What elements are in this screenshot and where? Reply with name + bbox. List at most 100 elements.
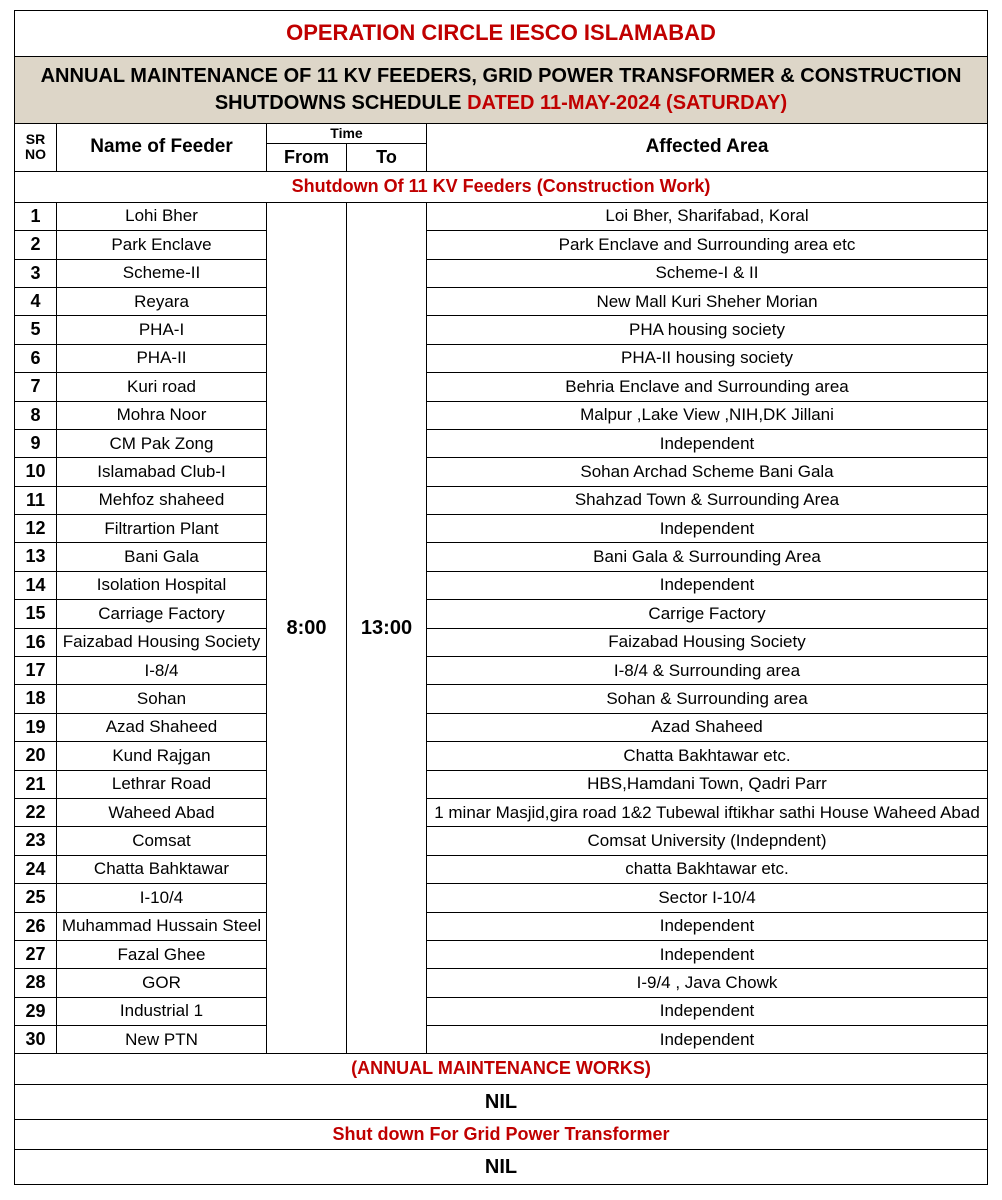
table-row: 30New PTNIndependent [15,1026,988,1054]
area-cell: HBS,Hamdani Town, Qadri Parr [427,770,988,798]
schedule-table: OPERATION CIRCLE IESCO ISLAMABAD ANNUAL … [14,10,988,1185]
table-row: 1Lohi Bher8:0013:00Loi Bher, Sharifabad,… [15,202,988,230]
feeder-cell: Filtrartion Plant [57,515,267,543]
header-from: From [267,143,347,171]
section-annual-label: (ANNUAL MAINTENANCE WORKS) [15,1054,988,1084]
table-row: 7Kuri road Behria Enclave and Surrounding… [15,373,988,401]
feeder-cell: Reyara [57,287,267,315]
table-row: 12Filtrartion PlantIndependent [15,515,988,543]
sr-cell: 1 [15,202,57,230]
subtitle-row: ANNUAL MAINTENANCE OF 11 KV FEEDERS, GRI… [15,56,988,123]
feeder-cell: Comsat [57,827,267,855]
sr-cell: 8 [15,401,57,429]
feeder-cell: Kund Rajgan [57,742,267,770]
title-row: OPERATION CIRCLE IESCO ISLAMABAD [15,11,988,57]
area-cell: Park Enclave and Surrounding area etc [427,231,988,259]
header-feeder: Name of Feeder [57,123,267,172]
time-to-cell: 13:00 [347,202,427,1054]
feeder-cell: Isolation Hospital [57,571,267,599]
area-cell: Sohan Archad Scheme Bani Gala [427,458,988,486]
table-row: 6PHA-II PHA-II housing society [15,344,988,372]
subtitle-date: DATED 11-MAY-2024 (SATURDAY) [467,92,787,114]
feeder-cell: Islamabad Club-I [57,458,267,486]
sr-cell: 14 [15,571,57,599]
sr-cell: 27 [15,940,57,968]
table-row: 25I-10/4 Sector I-10/4 [15,884,988,912]
area-cell: Scheme-I & II [427,259,988,287]
table-row: 4Reyara New Mall Kuri Sheher Morian [15,287,988,315]
sr-cell: 22 [15,798,57,826]
table-row: 5PHA-IPHA housing society [15,316,988,344]
page-title: OPERATION CIRCLE IESCO ISLAMABAD [15,11,988,57]
table-row: 16Faizabad Housing SocietyFaizabad Housi… [15,628,988,656]
feeder-cell: Lethrar Road [57,770,267,798]
feeder-cell: PHA-II [57,344,267,372]
area-cell: Azad Shaheed [427,713,988,741]
sr-cell: 28 [15,969,57,997]
area-cell: Sector I-10/4 [427,884,988,912]
area-cell: New Mall Kuri Sheher Morian [427,287,988,315]
table-row: 22Waheed Abad 1 minar Masjid,gira road 1&… [15,798,988,826]
feeder-cell: PHA-I [57,316,267,344]
feeder-cell: I-8/4 [57,657,267,685]
area-cell: PHA-II housing society [427,344,988,372]
feeder-cell: Azad Shaheed [57,713,267,741]
area-cell: Independent [427,429,988,457]
sr-cell: 5 [15,316,57,344]
table-row: 23ComsatComsat University (Indepndent) [15,827,988,855]
feeder-cell: Sohan [57,685,267,713]
sr-cell: 12 [15,515,57,543]
grid-nil-row: NIL [15,1150,988,1185]
area-cell: Shahzad Town & Surrounding Area [427,486,988,514]
area-cell: Faizabad Housing Society [427,628,988,656]
table-row: 14Isolation HospitalIndependent [15,571,988,599]
feeder-cell: Fazal Ghee [57,940,267,968]
sr-cell: 6 [15,344,57,372]
table-row: 11Mehfoz shaheedShahzad Town & Surroundi… [15,486,988,514]
annual-nil-row: NIL [15,1084,988,1119]
table-row: 17I-8/4I-8/4 & Surrounding area [15,657,988,685]
table-row: 27Fazal Ghee Independent [15,940,988,968]
feeder-cell: I-10/4 [57,884,267,912]
feeder-cell: CM Pak Zong [57,429,267,457]
feeder-cell: Kuri road [57,373,267,401]
area-cell: 1 minar Masjid,gira road 1&2 Tubewal ift… [427,798,988,826]
sr-cell: 4 [15,287,57,315]
area-cell: Independent [427,940,988,968]
area-cell: Bani Gala & Surrounding Area [427,543,988,571]
table-row: 21Lethrar RoadHBS,Hamdani Town, Qadri Pa… [15,770,988,798]
feeder-cell: Mehfoz shaheed [57,486,267,514]
sr-cell: 25 [15,884,57,912]
area-cell: Comsat University (Indepndent) [427,827,988,855]
sr-cell: 29 [15,997,57,1025]
table-row: 3Scheme-IIScheme-I & II [15,259,988,287]
table-row: 9CM Pak ZongIndependent [15,429,988,457]
subtitle: ANNUAL MAINTENANCE OF 11 KV FEEDERS, GRI… [15,56,988,123]
header-area: Affected Area [427,123,988,172]
sr-cell: 30 [15,1026,57,1054]
sr-cell: 16 [15,628,57,656]
feeder-cell: Waheed Abad [57,798,267,826]
area-cell: Behria Enclave and Surrounding area [427,373,988,401]
section-construction-label: Shutdown Of 11 KV Feeders (Construction … [15,172,988,202]
sr-cell: 2 [15,231,57,259]
table-row: 8Mohra NoorMalpur ,Lake View ,NIH,DK Jil… [15,401,988,429]
feeder-cell: Lohi Bher [57,202,267,230]
table-row: 26Muhammad Hussain SteelIndependent [15,912,988,940]
area-cell: Loi Bher, Sharifabad, Koral [427,202,988,230]
sr-cell: 3 [15,259,57,287]
time-from-cell: 8:00 [267,202,347,1054]
feeder-cell: Mohra Noor [57,401,267,429]
sr-cell: 7 [15,373,57,401]
sr-cell: 24 [15,855,57,883]
feeder-cell: Chatta Bahktawar [57,855,267,883]
section-grid-transformer: Shut down For Grid Power Transformer [15,1119,988,1149]
header-to: To [347,143,427,171]
table-row: 19Azad ShaheedAzad Shaheed [15,713,988,741]
area-cell: Carrige Factory [427,600,988,628]
section-construction: Shutdown Of 11 KV Feeders (Construction … [15,172,988,202]
grid-nil: NIL [15,1150,988,1185]
sr-cell: 26 [15,912,57,940]
annual-nil: NIL [15,1084,988,1119]
sr-cell: 17 [15,657,57,685]
